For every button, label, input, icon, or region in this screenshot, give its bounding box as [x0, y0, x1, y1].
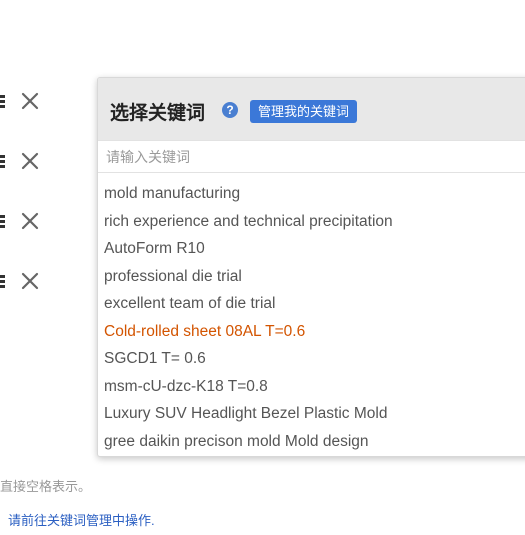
keyword-option[interactable]: rich experience and technical precipitat… — [98, 208, 525, 236]
keyword-list: mold manufacturing rich experience and te… — [98, 180, 525, 455]
background-row — [0, 271, 60, 295]
help-icon[interactable]: ? — [222, 102, 238, 118]
drag-handle-icon[interactable] — [0, 275, 5, 289]
keyword-option[interactable]: mold manufacturing — [98, 180, 525, 208]
manage-keywords-link[interactable]: 请前往关键词管理中操作. — [8, 510, 155, 529]
keyword-option[interactable]: gree daikin precison mold Mold design — [98, 428, 525, 456]
keyword-option[interactable]: Cold-rolled sheet 08AL T=0.6 — [98, 318, 525, 346]
close-icon[interactable] — [20, 91, 40, 111]
popup-title: 选择关键词 — [110, 103, 206, 124]
keyword-option[interactable]: SGCD1 T= 0.6 — [98, 345, 525, 373]
close-icon[interactable] — [20, 151, 40, 171]
background-row — [0, 211, 60, 235]
space-hint-text: 直接空格表示。 — [0, 479, 92, 494]
popup-header: 选择关键词 ? 管理我的关键词 — [98, 78, 525, 140]
keyword-search-input[interactable] — [98, 140, 525, 173]
keyword-picker-popup: 选择关键词 ? 管理我的关键词 mold manufacturingrich e… — [97, 77, 525, 457]
drag-handle-icon[interactable] — [0, 215, 5, 229]
background-row — [0, 151, 60, 175]
keyword-option[interactable]: msm-cU-dzc-K18 T=0.8 — [98, 373, 525, 401]
drag-handle-icon[interactable] — [0, 155, 5, 169]
keyword-option[interactable]: Luxury SUV Headlight Bezel Plastic Mold — [98, 400, 525, 428]
close-icon[interactable] — [20, 211, 40, 231]
drag-handle-icon[interactable] — [0, 95, 5, 109]
background-row — [0, 91, 60, 115]
keyword-option[interactable]: AutoForm R10 — [98, 235, 525, 263]
close-icon[interactable] — [20, 271, 40, 291]
keyword-option[interactable]: professional die trial — [98, 263, 525, 291]
keyword-option[interactable]: excellent team of die trial — [98, 290, 525, 318]
manage-keywords-button[interactable]: 管理我的关键词 — [250, 100, 358, 123]
